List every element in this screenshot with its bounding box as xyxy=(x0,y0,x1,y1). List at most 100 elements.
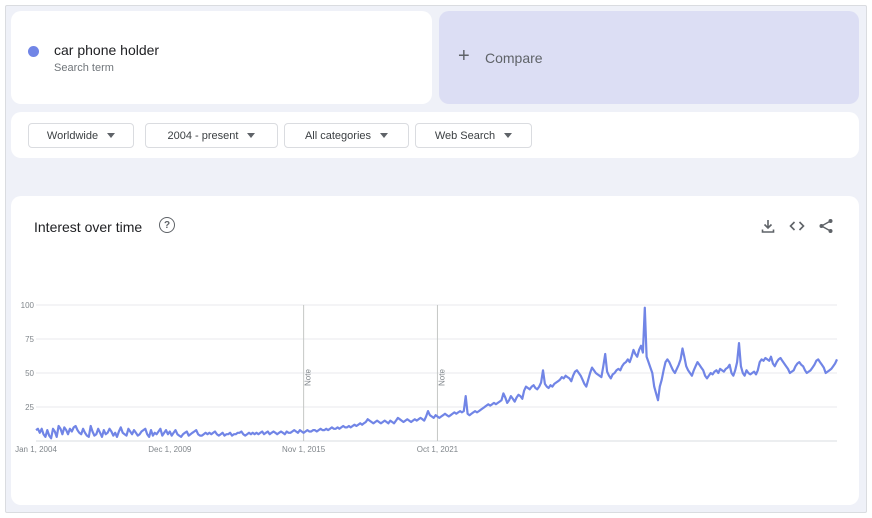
data-point xyxy=(222,432,223,433)
data-point xyxy=(461,412,462,413)
data-point xyxy=(665,362,666,363)
data-point xyxy=(501,400,502,401)
data-point xyxy=(503,393,504,394)
data-point xyxy=(75,425,76,426)
data-point xyxy=(231,435,232,436)
data-point xyxy=(452,413,453,414)
data-point xyxy=(265,432,266,433)
data-point xyxy=(648,362,649,363)
data-point xyxy=(486,405,487,406)
data-point xyxy=(527,387,528,388)
data-point xyxy=(465,396,466,397)
data-point xyxy=(100,432,101,433)
data-point xyxy=(539,386,540,387)
compare-button[interactable]: + Compare xyxy=(439,11,859,104)
data-point xyxy=(245,435,246,436)
data-point xyxy=(475,411,476,412)
data-point xyxy=(67,434,68,435)
data-point xyxy=(550,385,551,386)
data-point xyxy=(757,370,758,371)
data-point xyxy=(729,364,730,365)
data-point xyxy=(784,363,785,364)
data-point xyxy=(92,431,93,432)
data-point xyxy=(184,432,185,433)
data-point xyxy=(411,421,412,422)
data-point xyxy=(111,431,112,432)
data-point xyxy=(654,386,655,387)
data-point xyxy=(133,430,134,431)
data-point xyxy=(742,372,743,373)
data-point xyxy=(716,370,717,371)
data-point xyxy=(220,434,221,435)
data-point xyxy=(260,432,261,433)
data-point xyxy=(443,415,444,416)
data-point xyxy=(143,430,144,431)
data-point xyxy=(214,431,215,432)
data-point xyxy=(329,428,330,429)
data-point xyxy=(646,356,647,357)
data-point xyxy=(748,372,749,373)
data-point xyxy=(233,434,234,435)
data-point xyxy=(378,421,379,422)
data-point xyxy=(284,434,285,435)
data-point xyxy=(269,434,270,435)
data-point xyxy=(69,428,70,429)
filter-search-type-label: Web Search xyxy=(434,129,496,142)
data-point xyxy=(250,434,251,435)
data-point xyxy=(799,362,800,363)
data-point xyxy=(744,375,745,376)
data-point xyxy=(303,432,304,433)
data-point xyxy=(667,359,668,360)
data-point xyxy=(352,425,353,426)
filter-location-dropdown[interactable]: Worldwide xyxy=(28,123,134,148)
filter-category-dropdown[interactable]: All categories xyxy=(284,123,409,148)
data-point xyxy=(337,427,338,428)
data-point xyxy=(158,431,159,432)
data-point xyxy=(192,432,193,433)
data-point xyxy=(605,353,606,354)
data-point xyxy=(186,431,187,432)
data-point xyxy=(448,416,449,417)
data-point xyxy=(256,432,257,433)
data-point xyxy=(279,432,280,433)
data-point xyxy=(333,428,334,429)
data-point xyxy=(273,431,274,432)
data-point xyxy=(252,432,253,433)
data-point xyxy=(754,371,755,372)
data-point xyxy=(752,372,753,373)
data-point xyxy=(718,372,719,373)
data-point xyxy=(625,362,626,363)
data-point xyxy=(725,368,726,369)
data-point xyxy=(482,408,483,409)
filter-location-label: Worldwide xyxy=(46,129,99,142)
data-point xyxy=(514,401,515,402)
data-point xyxy=(248,432,249,433)
data-point xyxy=(356,425,357,426)
data-point xyxy=(767,359,768,360)
search-term-name[interactable]: car phone holder xyxy=(54,42,159,58)
y-tick-label: 75 xyxy=(25,335,34,344)
data-point xyxy=(450,415,451,416)
note-label: Note xyxy=(304,369,313,386)
data-point xyxy=(697,362,698,363)
data-point xyxy=(793,370,794,371)
data-point xyxy=(228,434,229,435)
data-point xyxy=(693,370,694,371)
data-point xyxy=(314,430,315,431)
data-point xyxy=(160,428,161,429)
data-point xyxy=(41,428,42,429)
search-term-card[interactable]: car phone holder Search term xyxy=(11,11,432,104)
data-point xyxy=(529,389,530,390)
filter-search-type-dropdown[interactable]: Web Search xyxy=(415,123,532,148)
data-point xyxy=(612,374,613,375)
data-point xyxy=(262,431,263,432)
data-point xyxy=(282,432,283,433)
data-point xyxy=(497,402,498,403)
data-point xyxy=(181,436,182,437)
x-tick-label: Jan 1, 2004 xyxy=(15,445,57,454)
caret-down-icon xyxy=(380,133,389,138)
data-point xyxy=(669,362,670,363)
data-point xyxy=(320,428,321,429)
data-point xyxy=(412,420,413,421)
filter-time-range-dropdown[interactable]: 2004 - present xyxy=(145,123,278,148)
